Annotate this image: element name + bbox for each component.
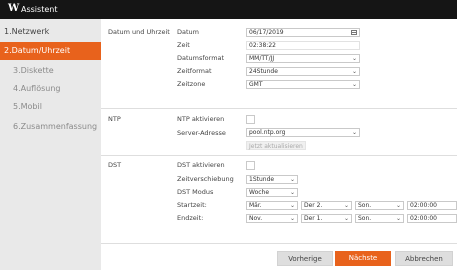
dateformat-label: Datumsformat: [177, 54, 225, 62]
sidebar-item-diskette[interactable]: 3.Diskette: [0, 62, 101, 80]
calendar-icon[interactable]: [351, 30, 357, 35]
dst-mode-label: DST Modus: [177, 188, 214, 196]
sidebar-item-datum-uhrzeit[interactable]: 2.Datum/Uhrzeit: [0, 42, 101, 60]
ntp-server-value: pool.ntp.org: [249, 129, 286, 136]
chevron-down-icon: ⌄: [289, 202, 295, 209]
chevron-down-icon: ⌄: [351, 55, 357, 62]
sidebar-item-label: 3.Diskette: [13, 66, 54, 75]
timeformat-value: 24Stunde: [249, 68, 278, 75]
timezone-label: Zeitzone: [177, 80, 206, 88]
sidebar-item-mobil[interactable]: 5.Mobil: [0, 98, 101, 116]
sidebar-item-label: 2.Datum/Uhrzeit: [4, 46, 71, 55]
date-field[interactable]: 06/17/2019: [246, 28, 360, 37]
timezone-value: GMT: [249, 81, 263, 88]
title-bar: W Assistent: [0, 0, 457, 19]
dst-end-week-value: Der 1.: [304, 215, 323, 222]
sidebar-item-netzwerk[interactable]: 1.Netzwerk: [0, 23, 101, 41]
sidebar-item-label: 4.Auflösung: [13, 84, 61, 93]
dst-end-time-value: 02:00:00: [410, 215, 437, 222]
chevron-down-icon: ⌄: [351, 68, 357, 75]
dst-start-day-value: Son.: [358, 202, 372, 209]
cancel-button[interactable]: Abbrechen: [395, 251, 453, 266]
section-divider: [101, 155, 457, 156]
sidebar-item-label: 5.Mobil: [13, 102, 42, 111]
ntp-server-label: Server-Adresse: [177, 129, 226, 137]
dst-end-month-value: Nov.: [249, 215, 263, 222]
dst-start-month-value: Mär.: [249, 202, 262, 209]
dst-start-time-field[interactable]: 02:00:00: [407, 201, 457, 210]
dst-offset-value: 1Stunde: [249, 176, 275, 183]
dst-mode-select[interactable]: Woche ⌄: [246, 188, 298, 197]
ntp-server-select[interactable]: pool.ntp.org ⌄: [246, 128, 360, 137]
dst-start-week-select[interactable]: Der 2. ⌄: [301, 201, 352, 210]
chevron-down-icon: ⌄: [343, 202, 349, 209]
dst-offset-select[interactable]: 1Stunde ⌄: [246, 175, 298, 184]
sidebar-item-label: 6.Zusammenfassung: [13, 122, 98, 131]
dst-end-label: Endzeit:: [177, 214, 204, 222]
dst-start-time-value: 02:00:00: [410, 202, 437, 209]
app-logo: W: [8, 3, 20, 14]
dst-start-week-value: Der 2.: [304, 202, 323, 209]
section-datetime-title: Datum und Uhrzeit: [108, 28, 170, 36]
dst-enable-checkbox[interactable]: [246, 161, 255, 170]
section-divider: [101, 108, 457, 109]
timezone-select[interactable]: GMT ⌄: [246, 80, 360, 89]
date-value: 06/17/2019: [249, 29, 284, 36]
dst-end-day-value: Son.: [358, 215, 372, 222]
chevron-down-icon: ⌄: [343, 215, 349, 222]
window-title: Assistent: [21, 5, 58, 14]
dateformat-value: MM/TT/JJ: [249, 55, 275, 62]
next-button[interactable]: Nächste: [335, 251, 391, 266]
dst-start-month-select[interactable]: Mär. ⌄: [246, 201, 298, 210]
dst-start-day-select[interactable]: Son. ⌄: [355, 201, 404, 210]
section-dst-title: DST: [108, 161, 122, 169]
chevron-down-icon: ⌄: [395, 215, 401, 222]
chevron-down-icon: ⌄: [289, 215, 295, 222]
date-label: Datum: [177, 28, 199, 36]
dst-end-month-select[interactable]: Nov. ⌄: [246, 214, 298, 223]
dst-mode-value: Woche: [249, 189, 270, 196]
ntp-enable-checkbox[interactable]: [246, 115, 255, 124]
timeformat-label: Zeitformat: [177, 67, 212, 75]
ntp-enable-label: NTP aktivieren: [177, 115, 225, 123]
timeformat-select[interactable]: 24Stunde ⌄: [246, 67, 360, 76]
dst-start-label: Startzeit:: [177, 201, 207, 209]
sidebar-item-aufloesung[interactable]: 4.Auflösung: [0, 80, 101, 98]
time-label: Zeit: [177, 41, 190, 49]
footer-divider: [101, 243, 457, 244]
dst-enable-label: DST aktivieren: [177, 161, 225, 169]
time-field[interactable]: 02:38:22: [246, 41, 360, 50]
dst-offset-label: Zeitverschiebung: [177, 175, 234, 183]
chevron-down-icon: ⌄: [351, 81, 357, 88]
update-now-button[interactable]: Jetzt aktualisieren: [246, 141, 306, 150]
chevron-down-icon: ⌄: [351, 129, 357, 136]
chevron-down-icon: ⌄: [395, 202, 401, 209]
dateformat-select[interactable]: MM/TT/JJ ⌄: [246, 54, 360, 63]
chevron-down-icon: ⌄: [289, 189, 295, 196]
section-ntp-title: NTP: [108, 115, 121, 123]
dst-end-week-select[interactable]: Der 1. ⌄: [301, 214, 352, 223]
sidebar-item-zusammenfassung[interactable]: 6.Zusammenfassung: [0, 118, 101, 136]
sidebar: 1.Netzwerk 2.Datum/Uhrzeit 3.Diskette 4.…: [0, 19, 101, 270]
dst-end-time-field[interactable]: 02:00:00: [407, 214, 457, 223]
chevron-down-icon: ⌄: [289, 176, 295, 183]
time-value: 02:38:22: [249, 42, 276, 49]
dst-end-day-select[interactable]: Son. ⌄: [355, 214, 404, 223]
sidebar-item-label: 1.Netzwerk: [4, 27, 50, 36]
previous-button[interactable]: Vorherige: [277, 251, 333, 266]
